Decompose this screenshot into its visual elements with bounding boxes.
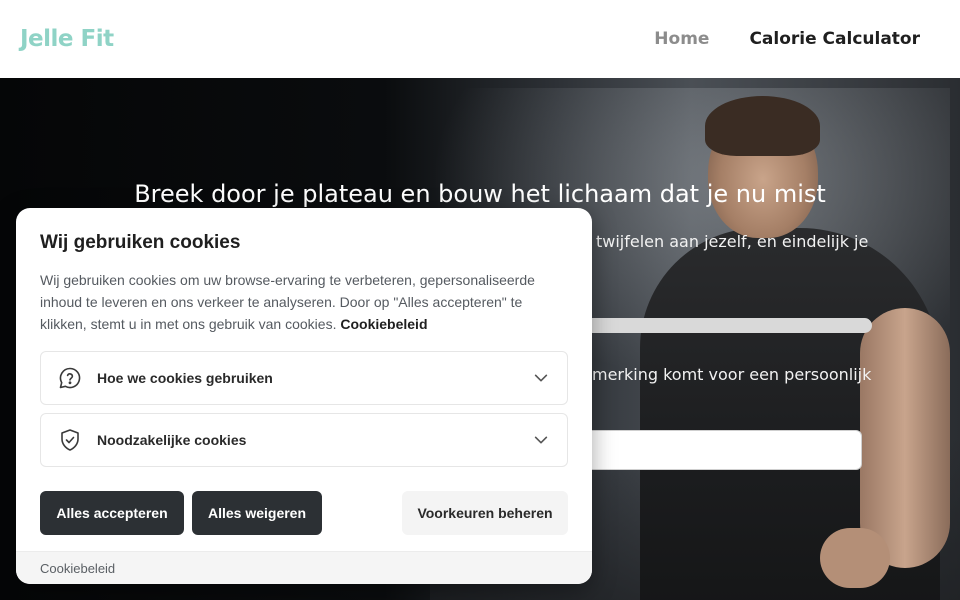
hero-progress-bar: [560, 318, 872, 333]
accept-all-button[interactable]: Alles accepteren: [40, 491, 184, 535]
accordion-label: Noodzakelijke cookies: [97, 432, 247, 448]
hero-person-fist: [820, 528, 890, 588]
hero-person-arm: [860, 308, 950, 568]
nav-home-link[interactable]: Home: [654, 29, 709, 49]
cookie-dialog-body: Wij gebruiken cookies om uw browse-ervar…: [40, 272, 535, 332]
cookie-footer-policy-link[interactable]: Cookiebeleid: [40, 561, 115, 576]
main-nav: Home Calorie Calculator: [654, 29, 920, 49]
hero-subtitle: twijfelen aan jezelf, en eindelijk je: [596, 232, 869, 251]
reject-all-button[interactable]: Alles weigeren: [192, 491, 322, 535]
chevron-down-icon[interactable]: [531, 430, 551, 450]
hero-person-hair: [705, 96, 820, 156]
manage-preferences-button[interactable]: Voorkeuren beheren: [402, 491, 568, 535]
shield-check-icon: [57, 427, 83, 453]
cookie-policy-link[interactable]: Cookiebeleid: [340, 316, 427, 332]
cookie-dialog-footer: Cookiebeleid: [16, 551, 592, 584]
cookie-consent-dialog: Wij gebruiken cookies Wij gebruiken cook…: [16, 208, 592, 584]
cookie-dialog-text: Wij gebruiken cookies om uw browse-ervar…: [40, 269, 560, 335]
hero-description: merking komt voor een persoonlijk: [592, 365, 872, 384]
hero-input-field[interactable]: [560, 430, 862, 470]
accordion-how-we-use-cookies[interactable]: Hoe we cookies gebruiken: [40, 351, 568, 405]
cookie-dialog-title: Wij gebruiken cookies: [40, 232, 241, 253]
hero-title: Breek door je plateau en bouw het lichaa…: [134, 180, 826, 208]
question-bubble-icon: [57, 365, 83, 391]
nav-calorie-calculator-link[interactable]: Calorie Calculator: [749, 29, 920, 49]
brand-logo[interactable]: Jelle Fit: [20, 26, 114, 52]
site-header: Jelle Fit Home Calorie Calculator: [0, 0, 960, 78]
accordion-label: Hoe we cookies gebruiken: [97, 370, 273, 386]
accordion-necessary-cookies[interactable]: Noodzakelijke cookies: [40, 413, 568, 467]
chevron-down-icon[interactable]: [531, 368, 551, 388]
